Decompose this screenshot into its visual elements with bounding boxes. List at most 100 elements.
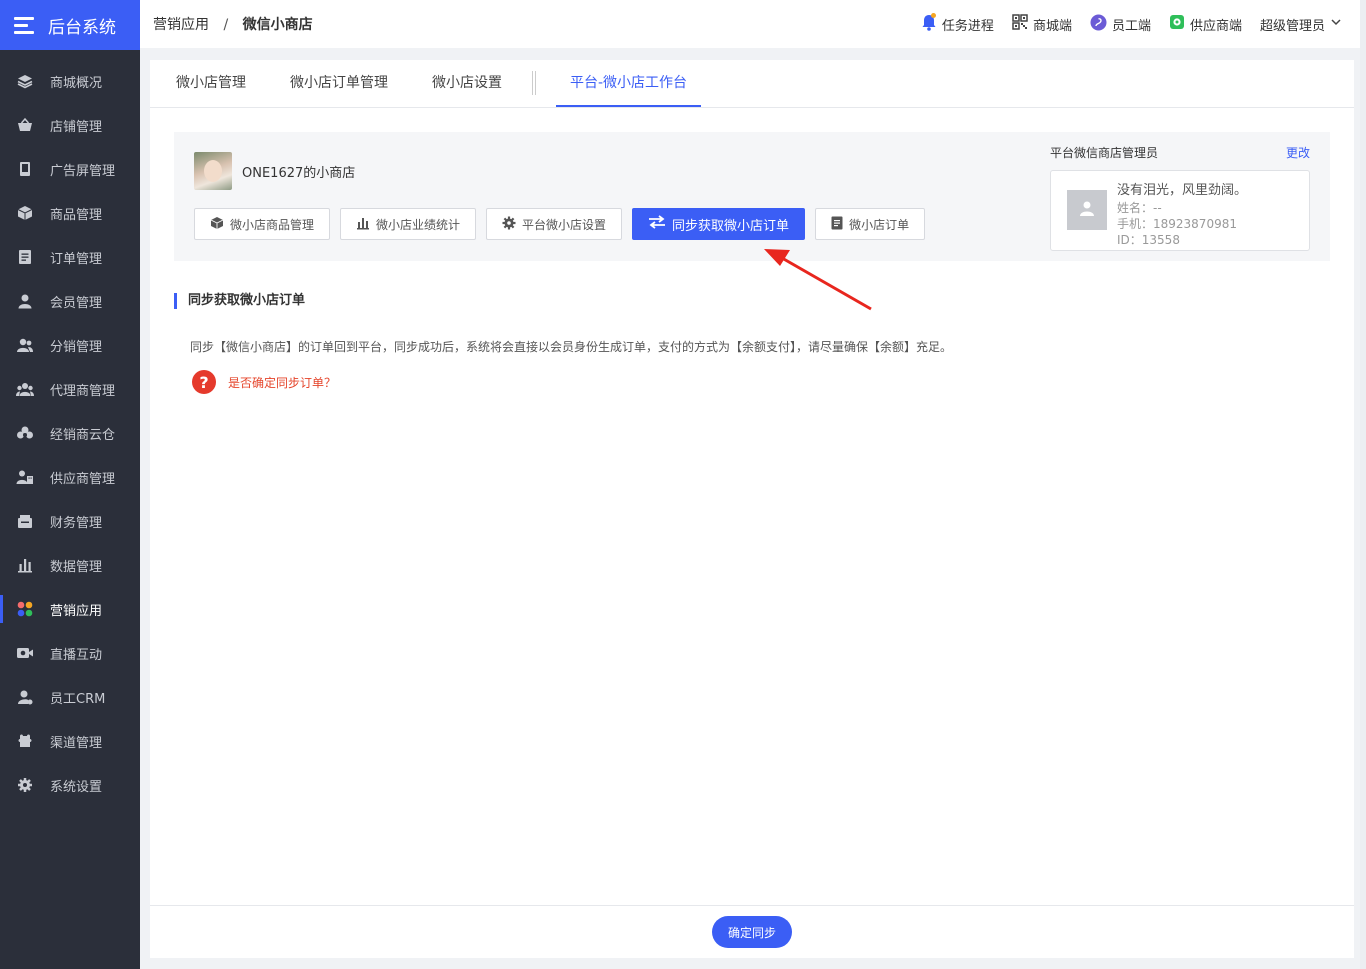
supplier-icon bbox=[16, 468, 34, 486]
staff-end-label: 员工端 bbox=[1111, 18, 1151, 34]
sidebar-item-label: 渠道管理 bbox=[50, 735, 103, 751]
header-actions: 任务进程 商城端 员工端 供应商端 超级管理员 bbox=[921, 0, 1342, 48]
shop-settings-button[interactable]: 平台微小店设置 bbox=[486, 208, 623, 240]
layers-icon bbox=[16, 72, 34, 90]
sidebar-item[interactable]: 广告屏管理 bbox=[0, 147, 140, 191]
bar-chart-icon bbox=[16, 556, 34, 574]
app-logo[interactable]: 后台系统 bbox=[0, 0, 140, 50]
crm-icon bbox=[16, 688, 34, 706]
shop-orders-label: 微小店订单 bbox=[849, 217, 910, 232]
sidebar-item[interactable]: 代理商管理 bbox=[0, 367, 140, 411]
tab-shop-management[interactable]: 微小店管理 bbox=[162, 59, 260, 107]
sidebar-menu: 商城概况店铺管理广告屏管理商品管理订单管理会员管理分销管理代理商管理经销商云仓供… bbox=[0, 50, 140, 807]
shop-name: ONE1627的小商店 bbox=[242, 165, 356, 181]
app-title: 后台系统 bbox=[48, 17, 116, 38]
admin-nickname: 没有泪光，风里劲阔。 bbox=[1117, 183, 1248, 198]
sidebar-item-label: 分销管理 bbox=[50, 339, 103, 355]
confirm-question-text: 是否确定同步订单？ bbox=[228, 375, 337, 390]
wallet-icon bbox=[16, 512, 34, 530]
box-icon bbox=[16, 204, 34, 222]
tab-platform-workbench[interactable]: 平台-微小店工作台 bbox=[556, 59, 702, 107]
sidebar-item[interactable]: 经销商云仓 bbox=[0, 411, 140, 455]
admin-info: 没有泪光，风里劲阔。 姓名：-- 手机：18923870981 ID：13558 bbox=[1117, 179, 1247, 248]
tab-shop-orders[interactable]: 微小店订单管理 bbox=[276, 59, 402, 107]
sidebar-item[interactable]: 商城概况 bbox=[0, 59, 140, 103]
document-icon bbox=[16, 248, 34, 266]
sidebar-item-label: 直播互动 bbox=[50, 647, 103, 663]
apps-icon bbox=[16, 600, 34, 618]
user-menu[interactable]: 超级管理员 bbox=[1260, 15, 1342, 34]
breadcrumb-parent[interactable]: 营销应用 bbox=[153, 17, 209, 33]
users-icon bbox=[16, 336, 34, 354]
sidebar-item-label: 商城概况 bbox=[50, 75, 103, 91]
sidebar-item-label: 员工CRM bbox=[50, 691, 106, 707]
sync-orders-button[interactable]: 同步获取微小店订单 bbox=[632, 208, 806, 240]
sidebar-item[interactable]: 会员管理 bbox=[0, 279, 140, 323]
sidebar-item[interactable]: 商品管理 bbox=[0, 191, 140, 235]
shop-header: ONE1627的小商店 bbox=[194, 152, 355, 190]
sidebar-item-label: 会员管理 bbox=[50, 295, 103, 311]
breadcrumb-current: 微信小商店 bbox=[242, 17, 313, 33]
user-name: 超级管理员 bbox=[1259, 18, 1325, 34]
platform-admin-box: 平台微信商店管理员 更改 没有泪光，风里劲阔。 姓名：-- 手机：1892387… bbox=[1050, 142, 1310, 251]
sidebar-item[interactable]: 店铺管理 bbox=[0, 103, 140, 147]
sidebar-item-label: 营销应用 bbox=[50, 603, 103, 619]
sidebar-item-label: 店铺管理 bbox=[50, 119, 103, 135]
sidebar-item-label: 财务管理 bbox=[50, 515, 103, 531]
mall-end-link[interactable]: 商城端 bbox=[1012, 14, 1072, 34]
bar-chart-icon bbox=[356, 216, 370, 233]
sidebar-item[interactable]: 营销应用 bbox=[0, 587, 140, 631]
sidebar-item-label: 订单管理 bbox=[50, 251, 103, 267]
admin-title: 平台微信商店管理员 bbox=[1050, 145, 1159, 160]
sidebar-item[interactable]: 渠道管理 bbox=[0, 719, 140, 763]
sidebar-item[interactable]: 财务管理 bbox=[0, 499, 140, 543]
sidebar-item[interactable]: 分销管理 bbox=[0, 323, 140, 367]
sidebar-item[interactable]: 供应商管理 bbox=[0, 455, 140, 499]
sidebar-item[interactable]: 系统设置 bbox=[0, 763, 140, 807]
sidebar: 后台系统 商城概况店铺管理广告屏管理商品管理订单管理会员管理分销管理代理商管理经… bbox=[0, 0, 140, 969]
cloud-icon bbox=[16, 424, 34, 442]
menu-icon[interactable] bbox=[14, 16, 34, 34]
confirm-sync-button[interactable]: 确定同步 bbox=[712, 916, 792, 948]
swap-icon bbox=[648, 215, 666, 233]
page-scrollbar[interactable] bbox=[1360, 0, 1366, 969]
admin-phone: 手机：18923870981 bbox=[1117, 217, 1237, 231]
mall-end-label: 商城端 bbox=[1032, 18, 1072, 34]
shop-settings-label: 平台微小店设置 bbox=[522, 217, 607, 232]
shop-orders-button[interactable]: 微小店订单 bbox=[815, 208, 926, 240]
sidebar-item-label: 系统设置 bbox=[50, 779, 103, 795]
sidebar-item[interactable]: 直播互动 bbox=[0, 631, 140, 675]
staff-end-link[interactable]: 员工端 bbox=[1090, 14, 1151, 35]
shop-goods-label: 微小店商品管理 bbox=[230, 217, 315, 232]
task-progress-label: 任务进程 bbox=[941, 18, 994, 34]
sync-description: 同步【微信小商店】的订单回到平台，同步成功后，系统将会直接以会员身份生成订单，支… bbox=[190, 340, 953, 354]
tab-shop-settings[interactable]: 微小店设置 bbox=[418, 59, 516, 107]
user-placeholder-icon bbox=[1078, 199, 1096, 221]
sidebar-item[interactable]: 数据管理 bbox=[0, 543, 140, 587]
shop-card: ONE1627的小商店 微小店商品管理 微小店业绩统计 平台微小店设置 同步获取… bbox=[174, 132, 1330, 261]
footer-bar: 确定同步 bbox=[150, 905, 1354, 958]
phone-icon bbox=[16, 160, 34, 178]
tab-divider bbox=[532, 71, 536, 95]
sidebar-item[interactable]: 订单管理 bbox=[0, 235, 140, 279]
sidebar-item[interactable]: 员工CRM bbox=[0, 675, 140, 719]
supplier-end-link[interactable]: 供应商端 bbox=[1169, 14, 1242, 34]
shop-stats-label: 微小店业绩统计 bbox=[376, 217, 461, 232]
change-admin-link[interactable]: 更改 bbox=[1286, 144, 1310, 161]
sidebar-item-label: 数据管理 bbox=[50, 559, 103, 575]
shop-stats-button[interactable]: 微小店业绩统计 bbox=[340, 208, 477, 240]
shop-goods-button[interactable]: 微小店商品管理 bbox=[194, 208, 331, 240]
breadcrumb-separator: / bbox=[223, 17, 229, 33]
sidebar-item-label: 广告屏管理 bbox=[50, 163, 116, 179]
admin-header: 平台微信商店管理员 更改 bbox=[1050, 142, 1310, 162]
section-title: 同步获取微小店订单 bbox=[174, 293, 305, 309]
task-progress-link[interactable]: 任务进程 bbox=[921, 13, 994, 35]
cube-icon bbox=[210, 216, 224, 233]
staff-app-icon bbox=[1090, 14, 1107, 35]
admin-avatar bbox=[1067, 190, 1107, 230]
chat-icon bbox=[1169, 14, 1185, 34]
sidebar-item-label: 代理商管理 bbox=[50, 383, 116, 399]
sidebar-item-label: 供应商管理 bbox=[50, 471, 116, 487]
bell-icon bbox=[921, 13, 937, 35]
tab-bar: 微小店管理 微小店订单管理 微小店设置 平台-微小店工作台 bbox=[150, 60, 1354, 108]
